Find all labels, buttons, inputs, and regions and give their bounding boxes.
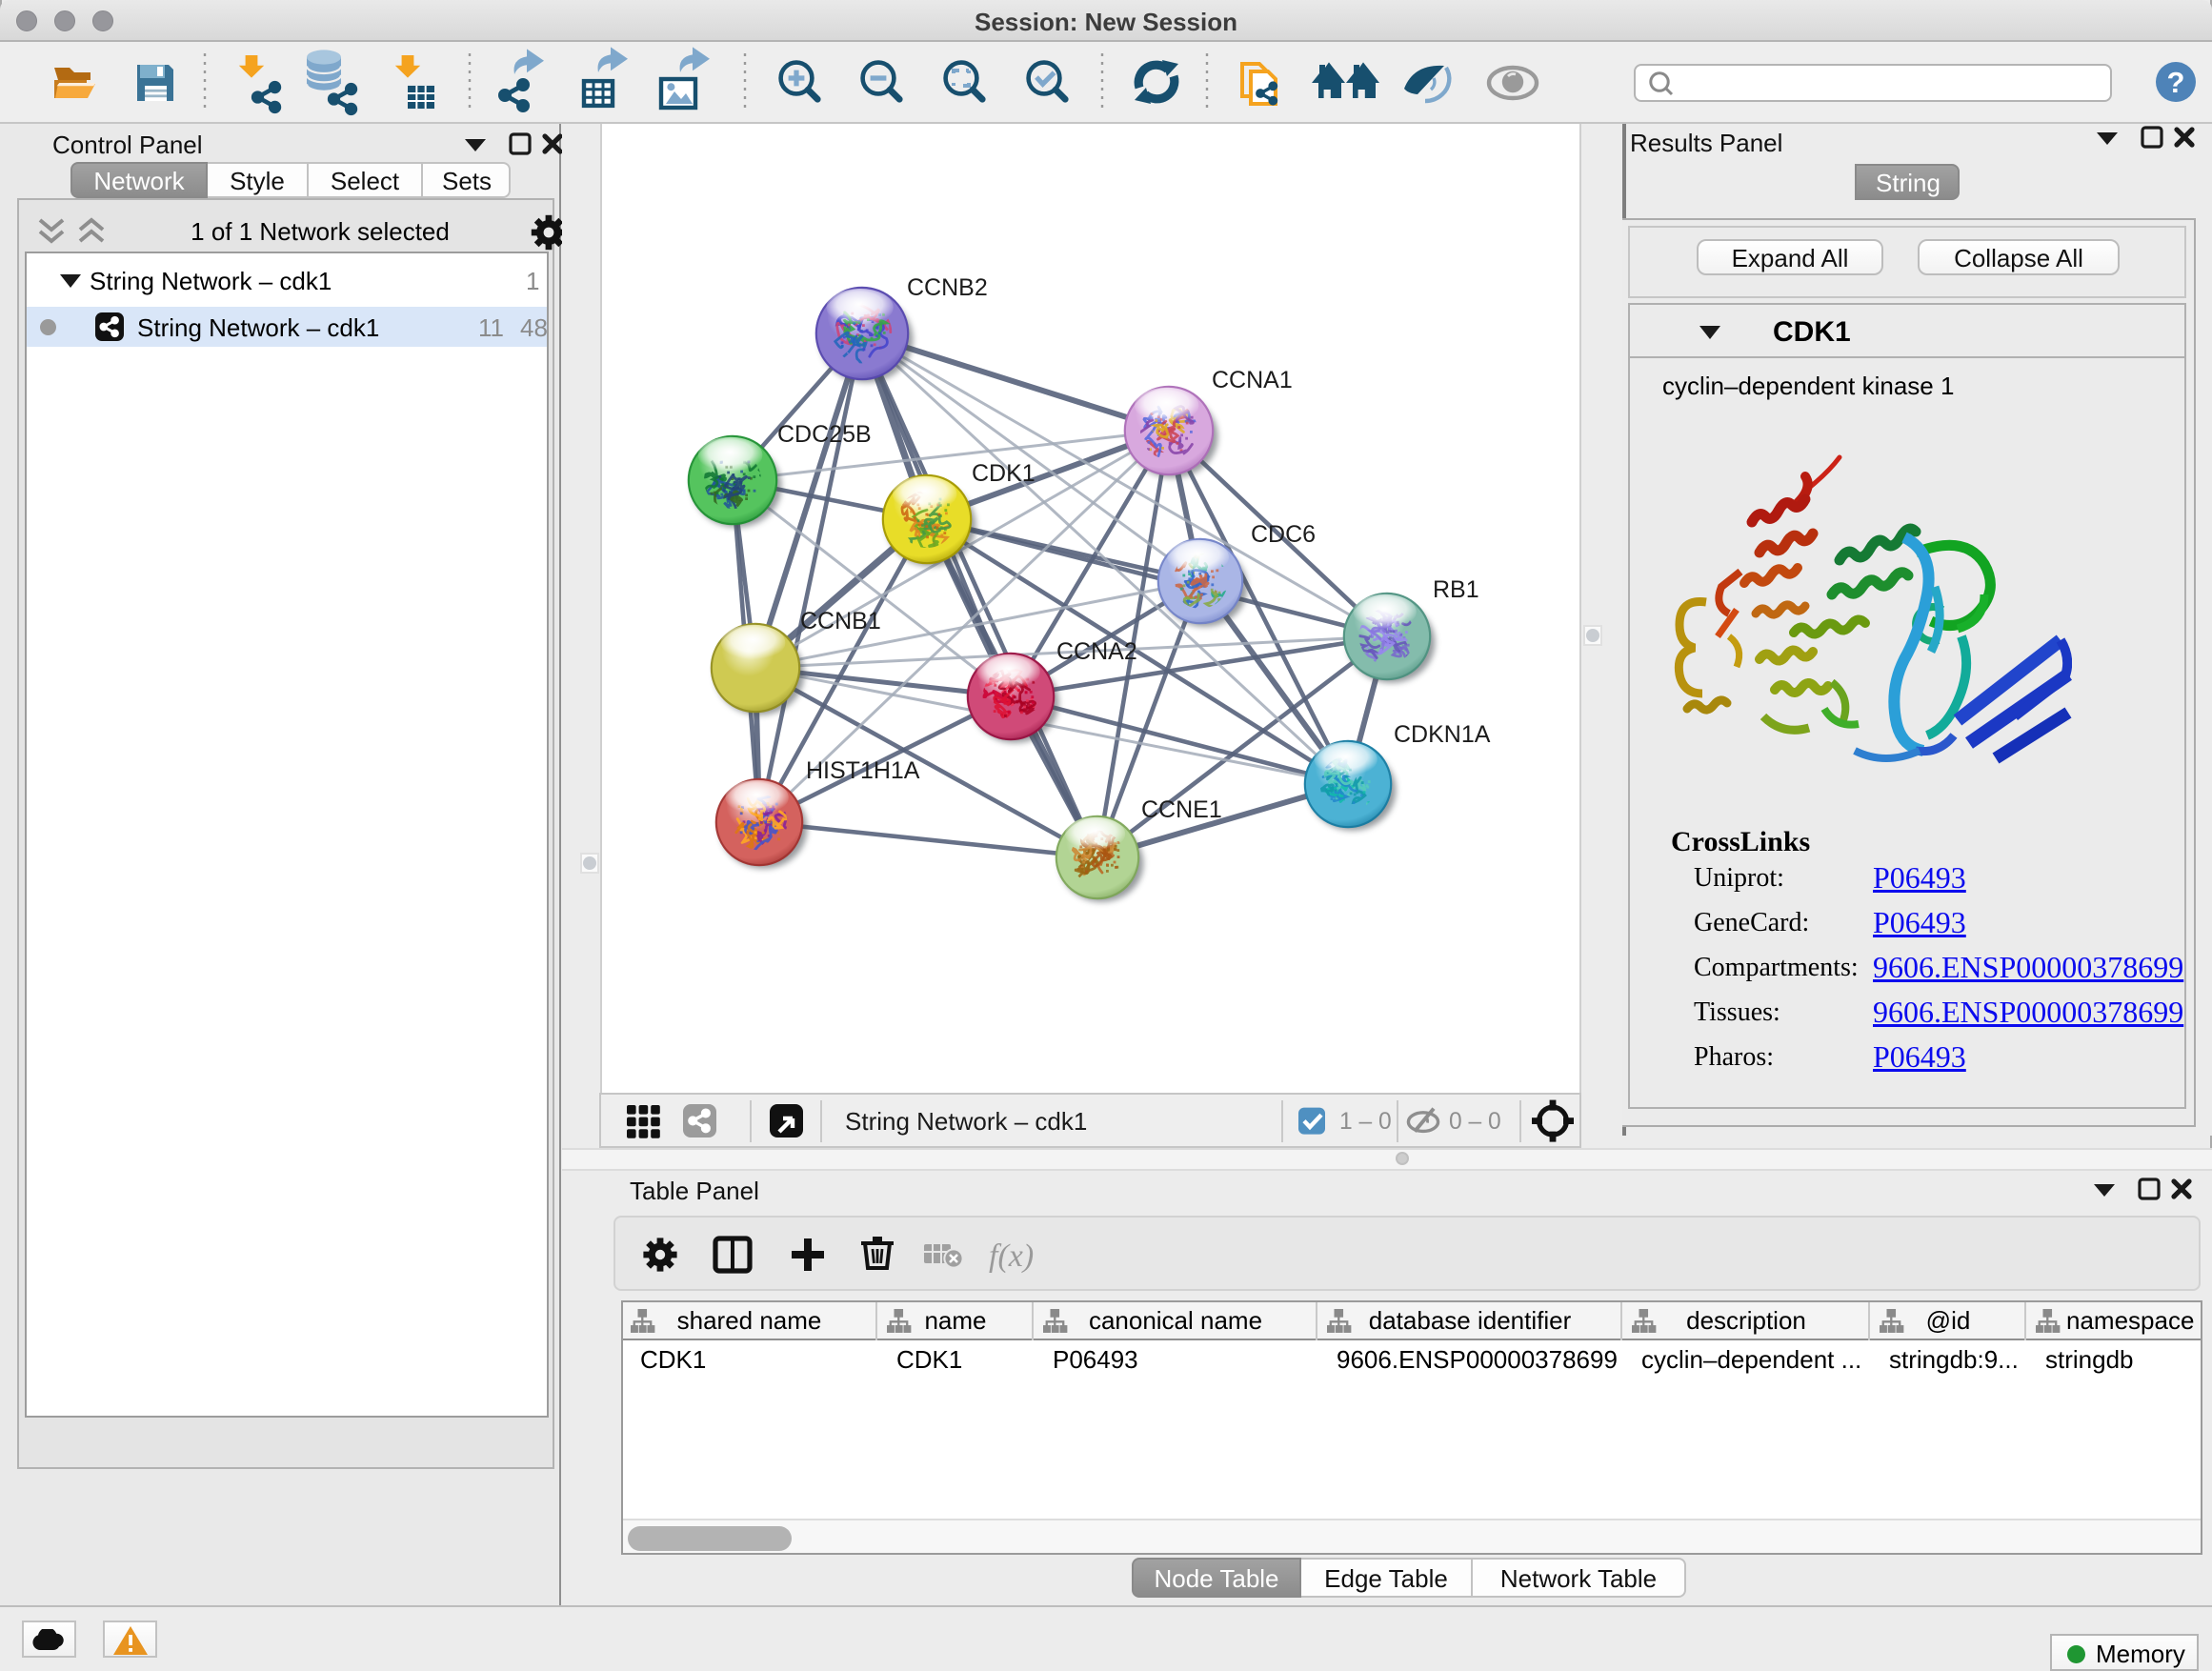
- svg-text:f(x): f(x): [989, 1238, 1034, 1274]
- svg-text:CDC25B: CDC25B: [777, 421, 872, 448]
- svg-text:0 – 0: 0 – 0: [1449, 1109, 1501, 1135]
- svg-text:CDKN1A: CDKN1A: [1394, 721, 1491, 748]
- svg-text:1 – 0: 1 – 0: [1339, 1109, 1392, 1135]
- svg-text:CDK1: CDK1: [972, 460, 1036, 487]
- svg-text:CDC6: CDC6: [1251, 521, 1316, 548]
- svg-text:String Network – cdk1: String Network – cdk1: [845, 1107, 1087, 1136]
- svg-text:CCNB1: CCNB1: [800, 608, 881, 634]
- svg-text:CCNA2: CCNA2: [1056, 638, 1137, 665]
- svg-text:HIST1H1A: HIST1H1A: [806, 757, 920, 784]
- svg-text:?: ?: [2167, 66, 2185, 99]
- svg-text:CCNE1: CCNE1: [1141, 796, 1222, 823]
- svg-text:RB1: RB1: [1433, 576, 1479, 603]
- svg-text:CCNA1: CCNA1: [1212, 367, 1293, 393]
- svg-text:CCNB2: CCNB2: [907, 274, 988, 301]
